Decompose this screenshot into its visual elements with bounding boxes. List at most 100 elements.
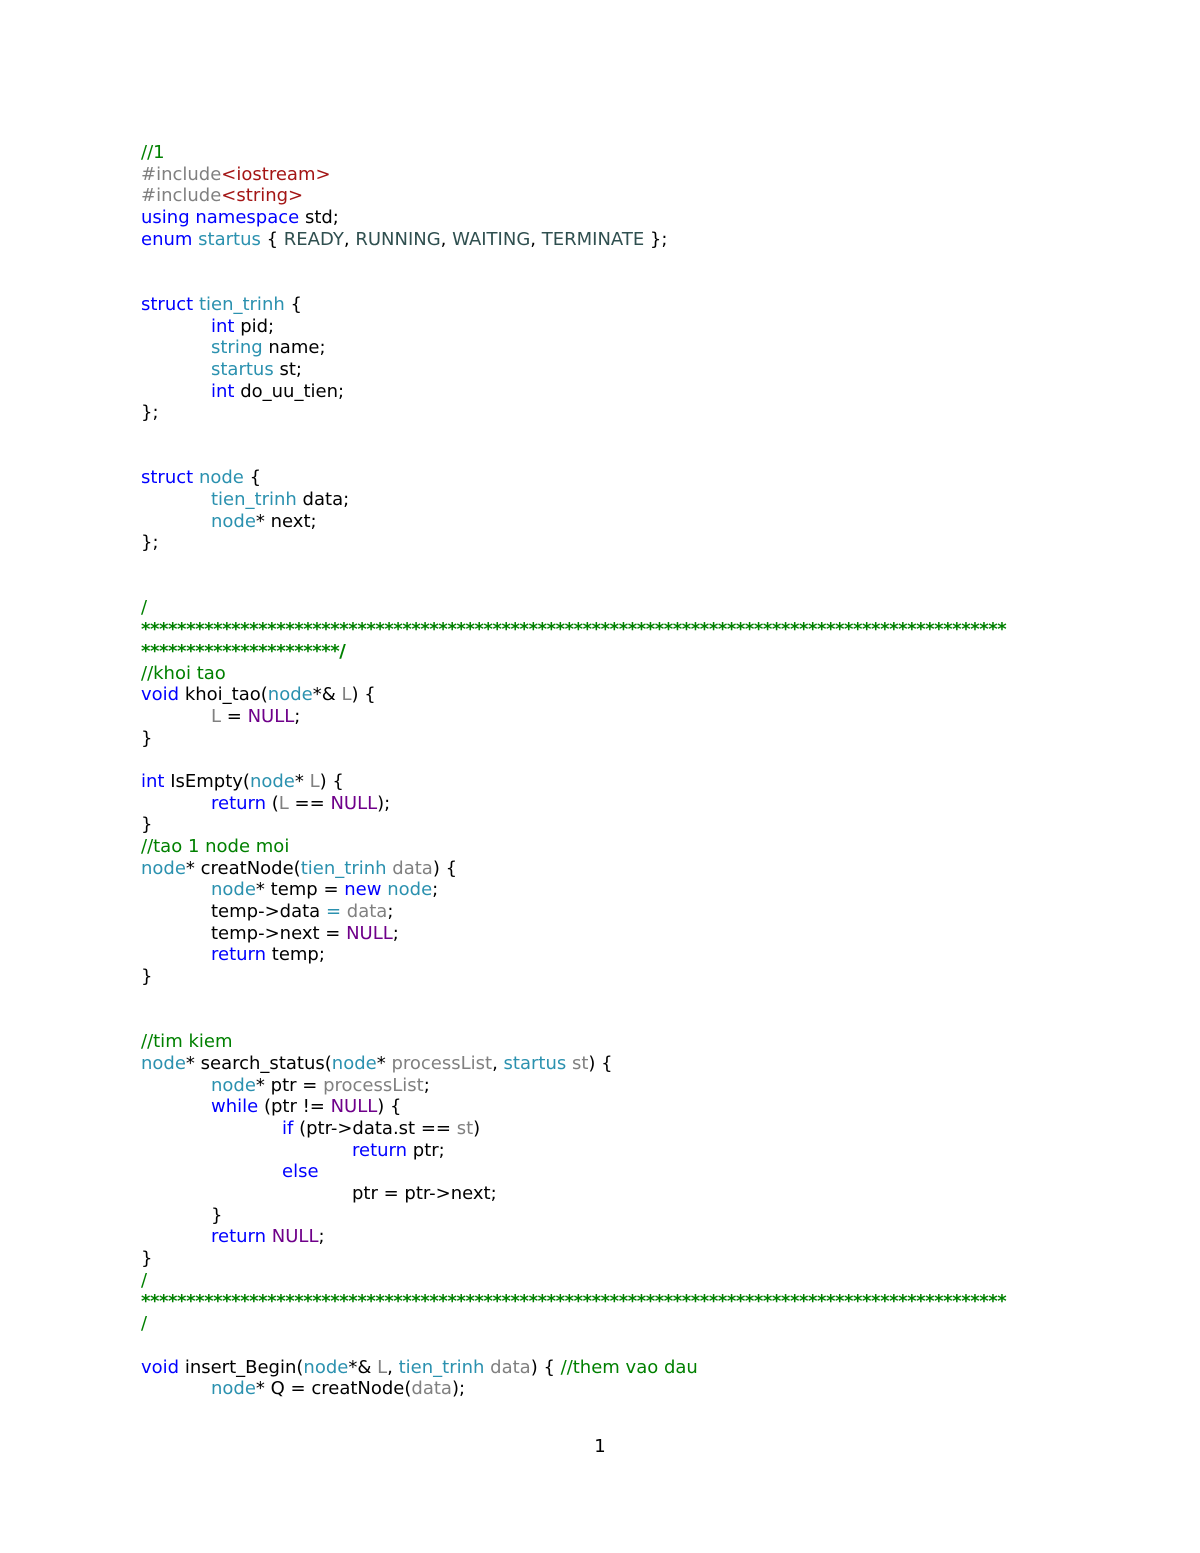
code-token: * ptr = bbox=[255, 1074, 324, 1096]
code-token: ; bbox=[387, 901, 394, 923]
code-token: tien_trinh bbox=[300, 857, 387, 879]
code-line: ****************************************… bbox=[141, 619, 1101, 641]
code-line: #include<iostream> bbox=[141, 164, 1101, 186]
code-token: ; bbox=[294, 705, 301, 727]
code-token: { bbox=[243, 467, 262, 489]
code-token: *& bbox=[348, 1356, 378, 1378]
code-line: return ptr; bbox=[141, 1140, 1101, 1162]
code-token: processList bbox=[323, 1074, 424, 1096]
code-token: TERMINATE bbox=[541, 228, 645, 250]
code-token: node bbox=[249, 770, 295, 792]
code-token: //them vao dau bbox=[560, 1356, 698, 1378]
code-token: } bbox=[141, 966, 153, 988]
code-token: void bbox=[141, 1356, 180, 1378]
code-line: / bbox=[141, 1270, 1101, 1292]
code-line: node* search_status(node* processList, s… bbox=[141, 1053, 1101, 1075]
code-token: NULL bbox=[330, 1096, 378, 1118]
code-line: return (L == NULL); bbox=[141, 793, 1101, 815]
code-line: } bbox=[141, 966, 1101, 988]
code-token: //khoi tao bbox=[141, 662, 226, 684]
code-line: int do_uu_tien; bbox=[141, 381, 1101, 403]
code-token: ) { bbox=[377, 1096, 402, 1118]
code-line: string name; bbox=[141, 337, 1101, 359]
code-token: data bbox=[490, 1356, 531, 1378]
code-token: ptr = ptr->next; bbox=[352, 1183, 497, 1204]
code-token: enum bbox=[141, 228, 193, 250]
code-token: node bbox=[211, 1378, 256, 1400]
code-token: tien_trinh bbox=[211, 489, 297, 510]
code-token: ); bbox=[451, 1378, 466, 1400]
code-line: else bbox=[141, 1161, 1101, 1183]
code-token: ; bbox=[432, 879, 439, 901]
code-token: data; bbox=[296, 489, 350, 510]
code-token: startus bbox=[211, 358, 274, 380]
code-token: data bbox=[392, 857, 433, 879]
code-token: } bbox=[211, 1204, 223, 1226]
code-token: ) { bbox=[432, 857, 458, 879]
code-line: #include<string> bbox=[141, 185, 1101, 207]
code-token: temp; bbox=[266, 944, 325, 966]
code-token: st bbox=[456, 1117, 474, 1139]
code-token: <string> bbox=[221, 185, 304, 207]
code-token: ****************************************… bbox=[141, 619, 1007, 641]
code-line: temp->data = data; bbox=[141, 901, 1101, 923]
code-token: startus bbox=[198, 228, 261, 250]
code-token: L bbox=[211, 705, 222, 727]
code-token: * bbox=[294, 770, 310, 792]
code-token: startus bbox=[503, 1052, 567, 1074]
code-listing: //1 #include<iostream> #include<string> usi… bbox=[141, 142, 1101, 1400]
code-line: //khoi tao bbox=[141, 663, 1101, 685]
code-token: , bbox=[440, 228, 453, 250]
code-token: }; bbox=[644, 228, 668, 250]
code-token: }; bbox=[141, 532, 159, 554]
code-line: ****************************************… bbox=[141, 1291, 1101, 1313]
code-line: startus st; bbox=[141, 359, 1101, 381]
code-token: L bbox=[341, 684, 352, 706]
code-token: } bbox=[141, 1248, 153, 1270]
code-token: if bbox=[282, 1117, 294, 1139]
code-token: int bbox=[141, 770, 165, 792]
code-line: using namespace std; bbox=[141, 207, 1101, 229]
code-token: node bbox=[387, 879, 433, 901]
code-token: ; bbox=[318, 1226, 325, 1248]
code-token: node bbox=[141, 1052, 186, 1074]
code-token: ( bbox=[266, 792, 279, 814]
code-token: ) bbox=[473, 1117, 481, 1139]
code-token: tien_trinh bbox=[198, 293, 285, 315]
code-token: <iostream> bbox=[221, 163, 331, 185]
code-token: }; bbox=[141, 402, 159, 424]
code-token: **********************/ bbox=[141, 640, 346, 662]
code-token: ) { bbox=[319, 770, 344, 792]
code-token: //1 bbox=[141, 142, 165, 163]
code-token: else bbox=[282, 1161, 319, 1183]
code-line: node* temp = new node; bbox=[141, 879, 1101, 901]
code-line: tien_trinh data; bbox=[141, 489, 1101, 511]
code-line: ptr = ptr->next; bbox=[141, 1183, 1101, 1205]
code-token: / bbox=[141, 1269, 148, 1291]
code-token: { bbox=[284, 293, 302, 315]
code-token: using bbox=[141, 207, 190, 229]
code-line: L = NULL; bbox=[141, 706, 1101, 728]
code-token: return bbox=[211, 792, 267, 814]
code-token: (ptr->data.st == bbox=[293, 1117, 457, 1139]
code-token: node bbox=[211, 510, 256, 532]
code-token: == bbox=[288, 792, 331, 814]
code-token: NULL bbox=[330, 792, 378, 814]
code-token: *& bbox=[312, 684, 342, 706]
code-token: ; bbox=[423, 1074, 430, 1096]
code-token: * next; bbox=[255, 510, 317, 532]
code-token: NULL bbox=[247, 705, 295, 727]
code-token: READY bbox=[283, 228, 344, 250]
code-line: return NULL; bbox=[141, 1226, 1101, 1248]
code-token: pid; bbox=[234, 315, 275, 337]
code-token: temp->data bbox=[211, 901, 326, 923]
code-token: NULL bbox=[271, 1226, 319, 1248]
code-token: , bbox=[530, 228, 542, 250]
code-token: new bbox=[344, 879, 382, 901]
code-line: if (ptr->data.st == st) bbox=[141, 1118, 1101, 1140]
page-number: 1 bbox=[594, 1436, 606, 1457]
